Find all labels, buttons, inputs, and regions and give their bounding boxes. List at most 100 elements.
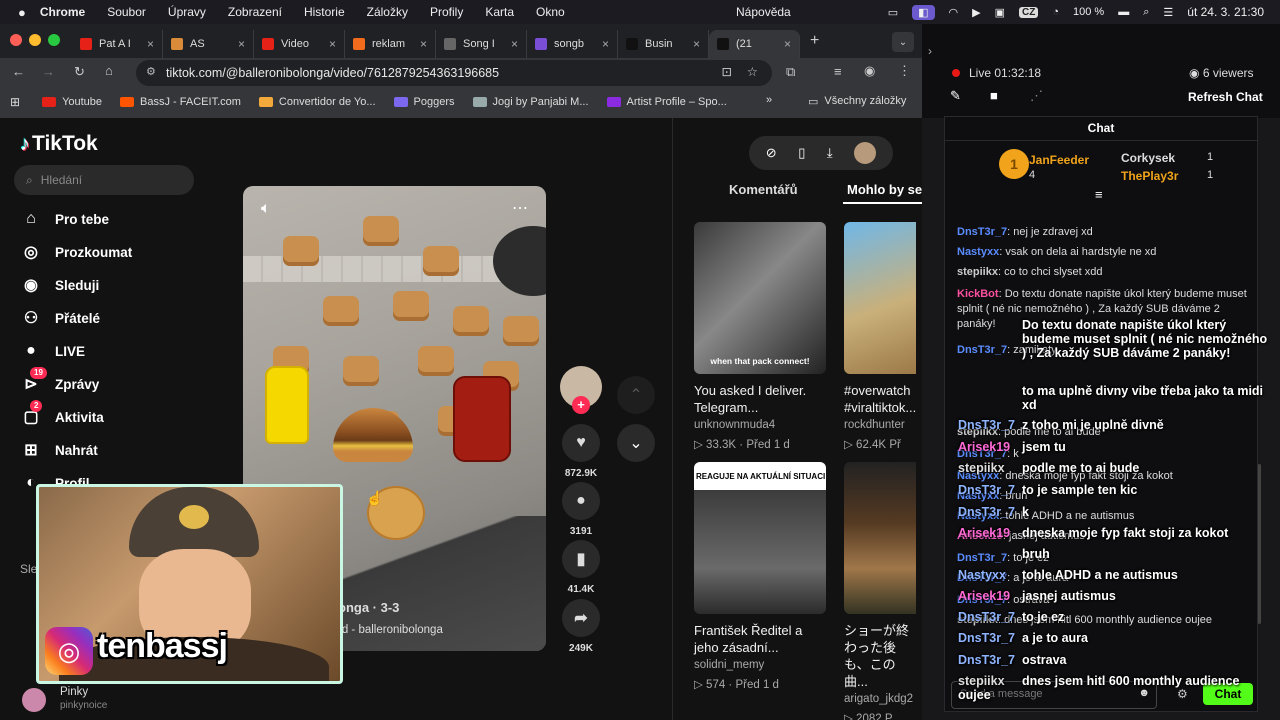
follow-plus-icon[interactable]: + [572, 396, 590, 414]
leader-name[interactable]: Corkysek [1121, 151, 1175, 165]
close-window-button[interactable] [10, 34, 22, 46]
chat-username[interactable]: stepiikx [957, 266, 998, 278]
card-user[interactable]: arigato_jkdg2 [844, 693, 916, 705]
device-icon[interactable]: ▯ [798, 145, 805, 161]
search-input[interactable]: ⌕ Hledání [14, 165, 194, 195]
menu-help[interactable]: Nápověda [736, 5, 791, 19]
embed-icon[interactable]: ⊘ [766, 145, 777, 161]
video-card[interactable]: #overwatch #viraltiktok... rockdhunter ▷… [844, 222, 916, 451]
bookmark-item[interactable]: Jogi by Panjabi M... [472, 96, 589, 108]
nav-item-upload[interactable]: ⊞ Nahrát [20, 439, 97, 461]
address-bar[interactable]: ⚙ tiktok.com/@balleronibolonga/video/761… [136, 60, 772, 86]
edit-icon[interactable]: ✎ [950, 88, 961, 104]
browser-tab[interactable]: AS × [163, 30, 254, 58]
chat-username[interactable]: Nastyxx [957, 246, 999, 258]
browser-tab[interactable]: (21 × [709, 30, 800, 58]
card-user[interactable]: solidni_memy [694, 659, 826, 671]
tab-search-button[interactable]: ⌄ [892, 32, 914, 52]
profile-icon[interactable]: ◉ [864, 63, 875, 79]
nav-item-live[interactable]: ● LIVE [20, 340, 85, 362]
battery-icon[interactable]: ▬ [1118, 6, 1129, 18]
like-action[interactable]: ♥ 872.9K [560, 424, 602, 479]
browser-tab[interactable]: Pat A I × [72, 30, 163, 58]
browser-tab[interactable]: Video × [254, 30, 345, 58]
refresh-chat-button[interactable]: Refresh Chat [1188, 90, 1263, 104]
nav-item-activity[interactable]: ▢ 2 Aktivita [20, 400, 104, 428]
browser-tab[interactable]: songb × [527, 30, 618, 58]
clock[interactable]: út 24. 3. 21:30 [1187, 5, 1264, 19]
menu-history[interactable]: Historie [304, 5, 345, 19]
close-tab-icon[interactable]: × [329, 37, 336, 51]
following-user-name[interactable]: Pinky [60, 686, 88, 698]
menu-profiles[interactable]: Profily [430, 5, 463, 19]
comment-icon[interactable]: ● [562, 482, 600, 520]
video-card[interactable]: REAGUJE NA AKTUÁLNÍ SITUACI N František … [694, 462, 826, 691]
menu-file[interactable]: Soubor [107, 5, 146, 19]
bookmark-star-icon[interactable]: ☆ [747, 64, 758, 79]
reload-icon[interactable]: ↻ [74, 64, 85, 80]
zoom-window-button[interactable] [48, 34, 60, 46]
back-icon[interactable]: ← [12, 64, 25, 79]
apps-icon[interactable]: ⊞ [10, 95, 20, 109]
share-icon[interactable]: ➦ [562, 599, 600, 637]
control-icon[interactable]: ◧ [912, 4, 935, 20]
video-card[interactable]: ショーが終わった後も、この曲... arigato_jkdg2 ▷ 2082 P [844, 462, 916, 720]
volume-icon[interactable]: 🔈︎ [261, 200, 271, 218]
browser-tab[interactable]: Busin × [618, 30, 709, 58]
media-icon[interactable]: ≡ [834, 64, 842, 79]
wifi-icon[interactable]: ◔ [1052, 6, 1059, 18]
card-title[interactable]: You asked I deliver. Telegram... [694, 382, 826, 416]
chat-tab[interactable]: Chat [945, 117, 1257, 141]
new-tab-button[interactable]: + [810, 32, 819, 50]
close-tab-icon[interactable]: × [147, 37, 154, 51]
video-card[interactable]: when that pack connect! You asked I deli… [694, 222, 826, 451]
chat-username[interactable]: DnsT3r_7 [957, 226, 1007, 238]
share-action[interactable]: ➦ 249K [560, 599, 602, 654]
card-title[interactable]: #overwatch #viraltiktok... [844, 382, 916, 416]
panel-toggle-icon[interactable]: › [928, 44, 932, 58]
extensions-icon[interactable]: ⧉ [786, 64, 795, 80]
control-center-icon[interactable]: ☰ [1163, 6, 1173, 19]
video-music[interactable]: rd - balleronibolonga [338, 624, 443, 636]
heart-icon[interactable]: ♥ [562, 424, 600, 462]
browser-tab[interactable]: reklam × [345, 30, 436, 58]
save-action[interactable]: ▮ 41.4K [560, 540, 602, 595]
card-title[interactable]: ショーが終わった後も、この曲... [844, 622, 916, 690]
leader-name[interactable]: JanFeeder [1029, 153, 1089, 167]
menu-window[interactable]: Okno [536, 5, 565, 19]
bookmark-icon[interactable]: ▮ [562, 540, 600, 578]
close-tab-icon[interactable]: × [511, 37, 518, 51]
app-menu[interactable]: Chrome [40, 5, 85, 19]
more-bookmarks-icon[interactable]: » [766, 94, 772, 106]
chat-scrollbar[interactable] [1258, 464, 1261, 624]
menu-icon[interactable]: ⋮ [898, 63, 911, 79]
creator-avatar[interactable]: + [560, 366, 602, 414]
tiktok-logo[interactable]: ♪ TikTok [20, 132, 98, 156]
card-user[interactable]: unknownmuda4 [694, 419, 826, 431]
menu-view[interactable]: Zobrazení [228, 5, 282, 19]
site-info-icon[interactable]: ⚙ [146, 65, 156, 78]
home-icon[interactable]: ⌂ [105, 63, 113, 78]
tab-comments[interactable]: Komentářů [729, 182, 798, 197]
video-thumbnail[interactable] [844, 222, 916, 374]
menu-tab[interactable]: Karta [485, 5, 514, 19]
user-avatar[interactable] [854, 142, 877, 164]
bookmark-item[interactable]: Poggers [393, 96, 455, 108]
bookmark-item[interactable]: BassJ - FACEIT.com [120, 96, 241, 108]
bookmark-item[interactable]: Youtube [42, 96, 102, 108]
nav-item-home[interactable]: ⌂ Pro tebe [20, 208, 109, 230]
nav-item-messages[interactable]: ⊳ 19 Zprávy [20, 367, 99, 395]
chat-username[interactable]: KickBot [957, 288, 999, 300]
minimize-window-button[interactable] [29, 34, 41, 46]
play-icon[interactable]: ▶ [972, 6, 980, 19]
bookmark-item[interactable]: Convertidor de Yo... [258, 96, 376, 108]
close-tab-icon[interactable]: × [784, 37, 791, 51]
camera-icon[interactable]: ■ [990, 88, 998, 103]
apple-icon[interactable]: ● [18, 5, 26, 20]
comment-action[interactable]: ● 3191 [560, 482, 602, 537]
screen-icon[interactable]: ▭ [888, 6, 898, 19]
video-thumbnail[interactable]: when that pack connect! [694, 222, 826, 374]
close-tab-icon[interactable]: × [420, 37, 427, 51]
keyboard-layout[interactable]: CZ [1019, 6, 1039, 18]
bookmark-item[interactable]: Artist Profile – Spo... [606, 96, 727, 108]
